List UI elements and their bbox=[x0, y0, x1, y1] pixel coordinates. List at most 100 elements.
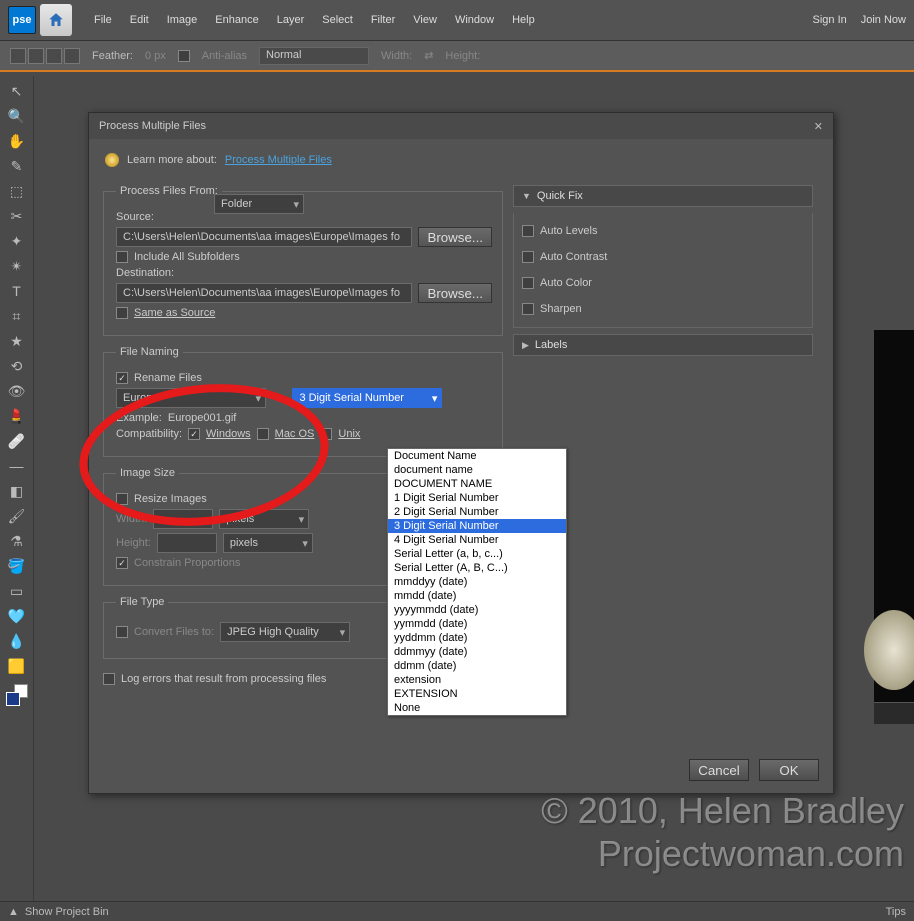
resize-images-checkbox[interactable] bbox=[116, 493, 128, 505]
rename-files-checkbox[interactable] bbox=[116, 372, 128, 384]
dropdown-option[interactable]: Serial Letter (A, B, C...) bbox=[388, 561, 566, 575]
source-path-input[interactable]: C:\Users\Helen\Documents\aa images\Europ… bbox=[116, 227, 412, 247]
dropdown-option[interactable]: yymmdd (date) bbox=[388, 617, 566, 631]
sharpen-checkbox[interactable] bbox=[522, 303, 534, 315]
type-tool[interactable]: T bbox=[5, 280, 29, 302]
cancel-button[interactable]: Cancel bbox=[689, 759, 749, 781]
gradient-tool[interactable]: ▭ bbox=[5, 580, 29, 602]
show-project-bin-label[interactable]: Show Project Bin bbox=[25, 906, 109, 918]
menu-filter[interactable]: Filter bbox=[363, 8, 403, 32]
paint-bucket-tool[interactable]: 🪣 bbox=[5, 555, 29, 577]
convert-files-checkbox[interactable] bbox=[116, 626, 128, 638]
marquee-tool[interactable]: ⬚ bbox=[5, 180, 29, 202]
include-subfolders-checkbox[interactable] bbox=[116, 251, 128, 263]
compat-windows-checkbox[interactable] bbox=[188, 428, 200, 440]
eraser-tool[interactable]: ◧ bbox=[5, 480, 29, 502]
blur-tool[interactable]: 💧 bbox=[5, 630, 29, 652]
eyedropper-tool[interactable]: ✎ bbox=[5, 155, 29, 177]
width-unit-select[interactable]: pixels bbox=[219, 509, 309, 529]
clone-tool[interactable]: 🩹 bbox=[5, 430, 29, 452]
menu-image[interactable]: Image bbox=[159, 8, 206, 32]
dropdown-option[interactable]: document name bbox=[388, 463, 566, 477]
joinnow-link[interactable]: Join Now bbox=[861, 14, 906, 26]
dropdown-option[interactable]: EXTENSION bbox=[388, 687, 566, 701]
auto-contrast-checkbox[interactable] bbox=[522, 251, 534, 263]
dropdown-option[interactable]: ddmmyy (date) bbox=[388, 645, 566, 659]
dropdown-option[interactable]: yyddmm (date) bbox=[388, 631, 566, 645]
app-logo[interactable]: pse bbox=[8, 6, 36, 34]
width-input[interactable] bbox=[153, 509, 213, 529]
dropdown-option[interactable]: yyyymmdd (date) bbox=[388, 603, 566, 617]
naming-token-1-select[interactable]: Europe bbox=[116, 388, 266, 408]
dropdown-option[interactable]: Serial Letter (a, b, c...) bbox=[388, 547, 566, 561]
dropdown-option[interactable]: 2 Digit Serial Number bbox=[388, 505, 566, 519]
dropdown-option[interactable]: 1 Digit Serial Number bbox=[388, 491, 566, 505]
same-as-source-checkbox[interactable] bbox=[116, 307, 128, 319]
signin-link[interactable]: Sign In bbox=[813, 14, 847, 26]
auto-levels-checkbox[interactable] bbox=[522, 225, 534, 237]
height-unit-select[interactable]: pixels bbox=[223, 533, 313, 553]
browse-destination-button[interactable]: Browse... bbox=[418, 283, 492, 303]
document-scrollbar[interactable] bbox=[874, 702, 914, 724]
auto-color-checkbox[interactable] bbox=[522, 277, 534, 289]
quick-fix-header[interactable]: ▼Quick Fix bbox=[513, 185, 813, 207]
process-from-select[interactable]: Folder bbox=[214, 194, 304, 214]
zoom-tool[interactable]: 🔍 bbox=[5, 105, 29, 127]
redeye-tool[interactable]: 👁 bbox=[5, 380, 29, 402]
naming-token-dropdown[interactable]: Document Namedocument nameDOCUMENT NAME1… bbox=[387, 448, 567, 716]
dropdown-option[interactable]: mmddyy (date) bbox=[388, 575, 566, 589]
smart-brush-tool[interactable]: ⚗ bbox=[5, 530, 29, 552]
compat-mac-checkbox[interactable] bbox=[257, 428, 269, 440]
dropdown-option[interactable]: mmdd (date) bbox=[388, 589, 566, 603]
blend-mode-select[interactable]: Normal bbox=[259, 47, 369, 65]
selection-intersect-icon[interactable] bbox=[64, 48, 80, 64]
menu-enhance[interactable]: Enhance bbox=[207, 8, 266, 32]
dropdown-option[interactable]: 3 Digit Serial Number bbox=[388, 519, 566, 533]
shape-tool[interactable]: 🩵 bbox=[5, 605, 29, 627]
triangle-up-icon[interactable]: ▲ bbox=[8, 906, 19, 918]
menu-help[interactable]: Help bbox=[504, 8, 543, 32]
color-swatch[interactable] bbox=[6, 684, 28, 706]
straighten-tool[interactable]: ⟲ bbox=[5, 355, 29, 377]
home-button[interactable] bbox=[40, 4, 72, 36]
labels-header[interactable]: ▶Labels bbox=[513, 334, 813, 356]
dialog-titlebar[interactable]: Process Multiple Files ✕ bbox=[89, 113, 833, 139]
learn-more-link[interactable]: Process Multiple Files bbox=[225, 154, 332, 166]
destination-path-input[interactable]: C:\Users\Helen\Documents\aa images\Europ… bbox=[116, 283, 412, 303]
selection-add-icon[interactable] bbox=[28, 48, 44, 64]
move-tool[interactable]: ↖ bbox=[5, 80, 29, 102]
selection-subtract-icon[interactable] bbox=[46, 48, 62, 64]
pencil-tool[interactable]: — bbox=[5, 455, 29, 477]
dropdown-option[interactable]: Document Name bbox=[388, 449, 566, 463]
menu-select[interactable]: Select bbox=[314, 8, 361, 32]
dropdown-option[interactable]: 4 Digit Serial Number bbox=[388, 533, 566, 547]
menu-layer[interactable]: Layer bbox=[269, 8, 313, 32]
dropdown-option[interactable]: extension bbox=[388, 673, 566, 687]
format-select[interactable]: JPEG High Quality bbox=[220, 622, 350, 642]
menu-view[interactable]: View bbox=[405, 8, 445, 32]
compat-unix-checkbox[interactable] bbox=[320, 428, 332, 440]
browse-source-button[interactable]: Browse... bbox=[418, 227, 492, 247]
menu-file[interactable]: File bbox=[86, 8, 120, 32]
close-icon[interactable]: ✕ bbox=[814, 120, 823, 133]
crop-tool[interactable]: ⌗ bbox=[5, 305, 29, 327]
cookie-cutter-tool[interactable]: ★ bbox=[5, 330, 29, 352]
magic-wand-tool[interactable]: ✦ bbox=[5, 230, 29, 252]
lasso-tool[interactable]: ✂ bbox=[5, 205, 29, 227]
quick-select-tool[interactable]: ✴ bbox=[5, 255, 29, 277]
dropdown-option[interactable]: None bbox=[388, 701, 566, 715]
selection-new-icon[interactable] bbox=[10, 48, 26, 64]
feather-value[interactable]: 0 px bbox=[145, 50, 166, 62]
hand-tool[interactable]: ✋ bbox=[5, 130, 29, 152]
log-errors-checkbox[interactable] bbox=[103, 673, 115, 685]
menu-edit[interactable]: Edit bbox=[122, 8, 157, 32]
ok-button[interactable]: OK bbox=[759, 759, 819, 781]
antialias-checkbox[interactable] bbox=[178, 50, 190, 62]
tips-label[interactable]: Tips bbox=[886, 906, 906, 918]
brush-tool[interactable]: 🖌 bbox=[5, 505, 29, 527]
sponge-tool[interactable]: 🟨 bbox=[5, 655, 29, 677]
dropdown-option[interactable]: DOCUMENT NAME bbox=[388, 477, 566, 491]
height-input[interactable] bbox=[157, 533, 217, 553]
dropdown-option[interactable]: ddmm (date) bbox=[388, 659, 566, 673]
naming-token-2-select[interactable]: 3 Digit Serial Number bbox=[292, 388, 442, 408]
